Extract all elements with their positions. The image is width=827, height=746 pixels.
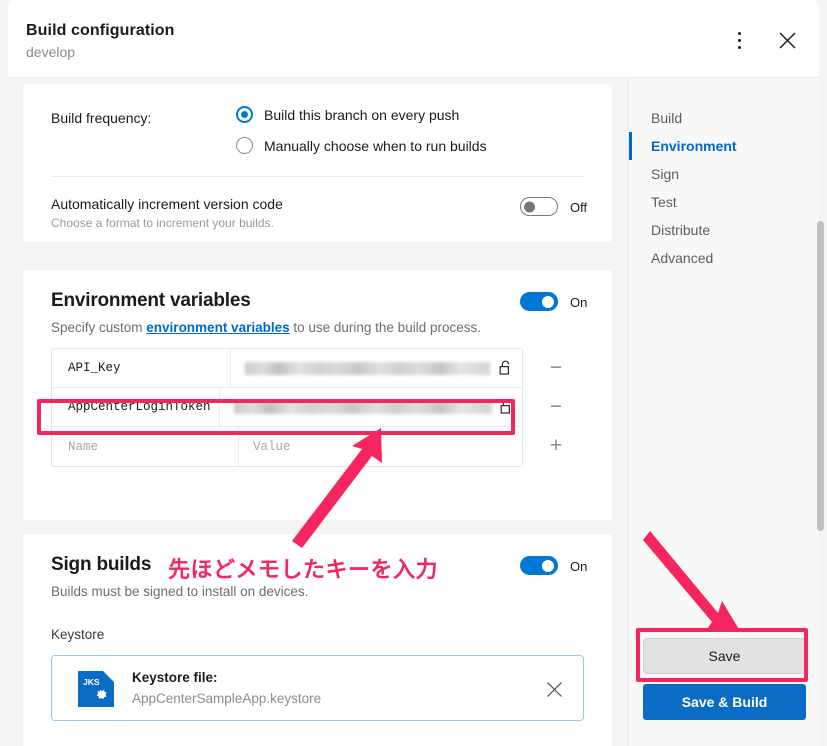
- radio-selected-icon: [236, 106, 253, 123]
- environment-variables-toggle-state: On: [570, 295, 588, 310]
- card-divider: [51, 176, 584, 177]
- radio-manual-builds[interactable]: Manually choose when to run builds: [236, 137, 487, 154]
- screenshot-root: Build configuration develop Build freque…: [0, 0, 827, 746]
- sidebar-item-distribute[interactable]: Distribute: [629, 216, 819, 244]
- sidebar-item-label: Environment: [651, 138, 737, 154]
- radio-label: Manually choose when to run builds: [264, 137, 487, 154]
- page-background-strip: [0, 78, 8, 746]
- sign-builds-description: Builds must be signed to install on devi…: [51, 584, 309, 599]
- jks-file-icon: JKS: [78, 671, 114, 707]
- auto-increment-toggle-state: Off: [570, 200, 588, 215]
- keystore-label: Keystore: [51, 627, 105, 642]
- more-vertical-icon[interactable]: [723, 24, 755, 56]
- sidebar-item-environment[interactable]: Environment: [629, 132, 819, 160]
- radio-label: Build this branch on every push: [264, 106, 460, 123]
- svg-text:JKS: JKS: [83, 677, 100, 687]
- page-title: Build configuration: [26, 22, 175, 39]
- highlight-box-token-row: [37, 399, 515, 435]
- branch-name: develop: [26, 44, 76, 60]
- radio-build-every-push[interactable]: Build this branch on every push: [236, 106, 459, 123]
- sidebar-item-label: Sign: [651, 166, 680, 182]
- description-suffix: to use during the build process.: [289, 320, 481, 335]
- environment-variables-toggle[interactable]: [520, 292, 558, 311]
- auto-increment-toggle[interactable]: [520, 197, 558, 216]
- sidebar-item-label: Build: [651, 110, 683, 126]
- sidebar-item-advanced[interactable]: Advanced: [629, 244, 819, 272]
- sidebar-item-sign[interactable]: Sign: [629, 160, 819, 188]
- radio-unselected-icon: [236, 137, 253, 154]
- variable-value-input[interactable]: [231, 349, 490, 387]
- masked-value: [244, 361, 490, 375]
- keystore-file-title: Keystore file:: [132, 670, 218, 685]
- highlight-box-save-button: [636, 628, 808, 682]
- sidebar-item-label: Advanced: [651, 250, 714, 266]
- sidebar-item-build[interactable]: Build: [629, 104, 819, 132]
- table-row[interactable]: API_Key: [52, 349, 522, 388]
- unlock-icon[interactable]: [490, 349, 522, 387]
- add-variable-button[interactable]: +: [539, 426, 573, 465]
- annotation-note-text: 先ほどメモしたキーを入力: [166, 556, 440, 585]
- sign-builds-toggle[interactable]: [520, 556, 558, 575]
- auto-increment-title: Automatically increment version code: [51, 196, 283, 212]
- sign-builds-title: Sign builds: [51, 554, 152, 575]
- variable-name-input[interactable]: API_Key: [52, 349, 231, 387]
- sidebar-item-label: Distribute: [651, 222, 711, 238]
- sidebar-item-label: Test: [651, 194, 677, 210]
- keystore-file-name: AppCenterSampleApp.keystore: [132, 691, 322, 706]
- sign-builds-toggle-state: On: [570, 559, 588, 574]
- dialog-header: Build configuration develop: [8, 0, 819, 78]
- environment-variables-card: Environment variables On Specify custom …: [23, 270, 612, 520]
- environment-variables-link[interactable]: environment variables: [146, 320, 289, 335]
- close-icon[interactable]: [771, 24, 803, 56]
- remove-variable-button[interactable]: −: [539, 348, 573, 387]
- vertical-scrollbar[interactable]: [817, 78, 826, 746]
- build-frequency-card: Build frequency: Build this branch on ev…: [23, 84, 612, 242]
- remove-variable-button[interactable]: −: [539, 387, 573, 426]
- keystore-file-box[interactable]: JKS Keystore file: AppCenterSampleApp.ke…: [51, 655, 584, 721]
- description-prefix: Specify custom: [51, 320, 147, 335]
- environment-variables-description: Specify custom environment variables to …: [51, 320, 481, 335]
- sidebar-item-test[interactable]: Test: [629, 188, 819, 216]
- auto-increment-subtitle: Choose a format to increment your builds…: [51, 216, 274, 230]
- save-and-build-button[interactable]: Save & Build: [643, 684, 806, 720]
- environment-variables-title: Environment variables: [51, 290, 251, 311]
- build-frequency-label: Build frequency:: [51, 110, 152, 126]
- remove-keystore-icon[interactable]: [541, 676, 567, 702]
- scrollbar-thumb[interactable]: [817, 221, 824, 531]
